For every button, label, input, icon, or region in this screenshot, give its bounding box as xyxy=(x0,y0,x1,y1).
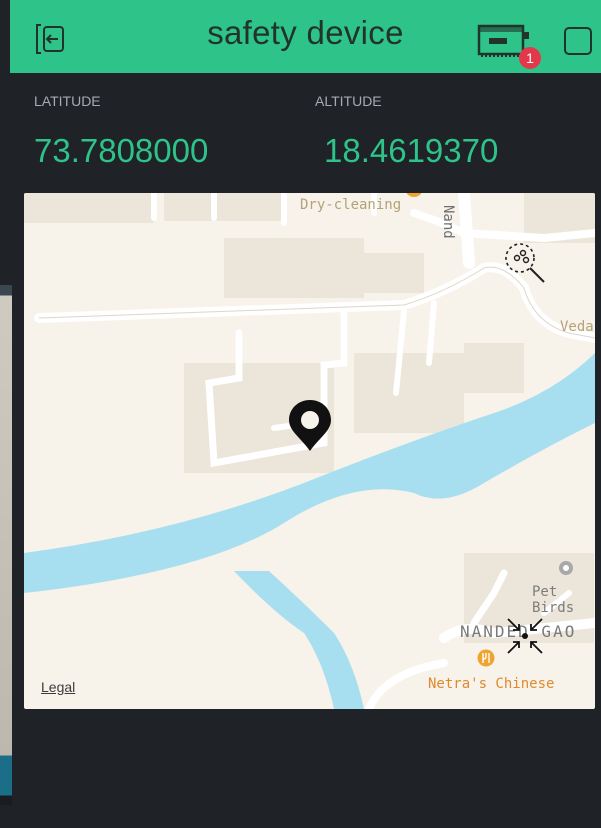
place-label-dry-cleaning: Dry-cleaning xyxy=(300,197,402,213)
altitude-label: ALTITUDE xyxy=(315,93,382,109)
legal-link[interactable]: Legal xyxy=(41,679,75,695)
app-header: safety device 1 xyxy=(10,0,601,73)
altitude-value: 18.4619370 xyxy=(324,132,499,169)
collapse-icon[interactable] xyxy=(502,613,548,659)
latitude-value: 73.7808000 xyxy=(34,132,209,169)
map-view[interactable]: Dry-cleaning Nand Veda Pet Birds NANDED … xyxy=(24,193,595,709)
place-label-netras-chinese: Netra's Chinese xyxy=(428,676,555,692)
street-label-nand: Nand xyxy=(440,205,456,239)
notification-badge: 1 xyxy=(519,47,541,69)
location-pin-icon[interactable] xyxy=(287,398,333,453)
restaurant-pin-icon xyxy=(477,649,495,667)
place-label-pet-birds: Pet Birds xyxy=(532,584,575,616)
search-places-icon[interactable] xyxy=(502,240,548,286)
place-label-veda: Veda xyxy=(560,319,594,335)
square-icon[interactable] xyxy=(563,26,593,56)
pet-shop-pin-icon xyxy=(559,561,573,575)
background-window-edge xyxy=(0,285,12,805)
latitude-label: LATITUDE xyxy=(34,93,101,109)
